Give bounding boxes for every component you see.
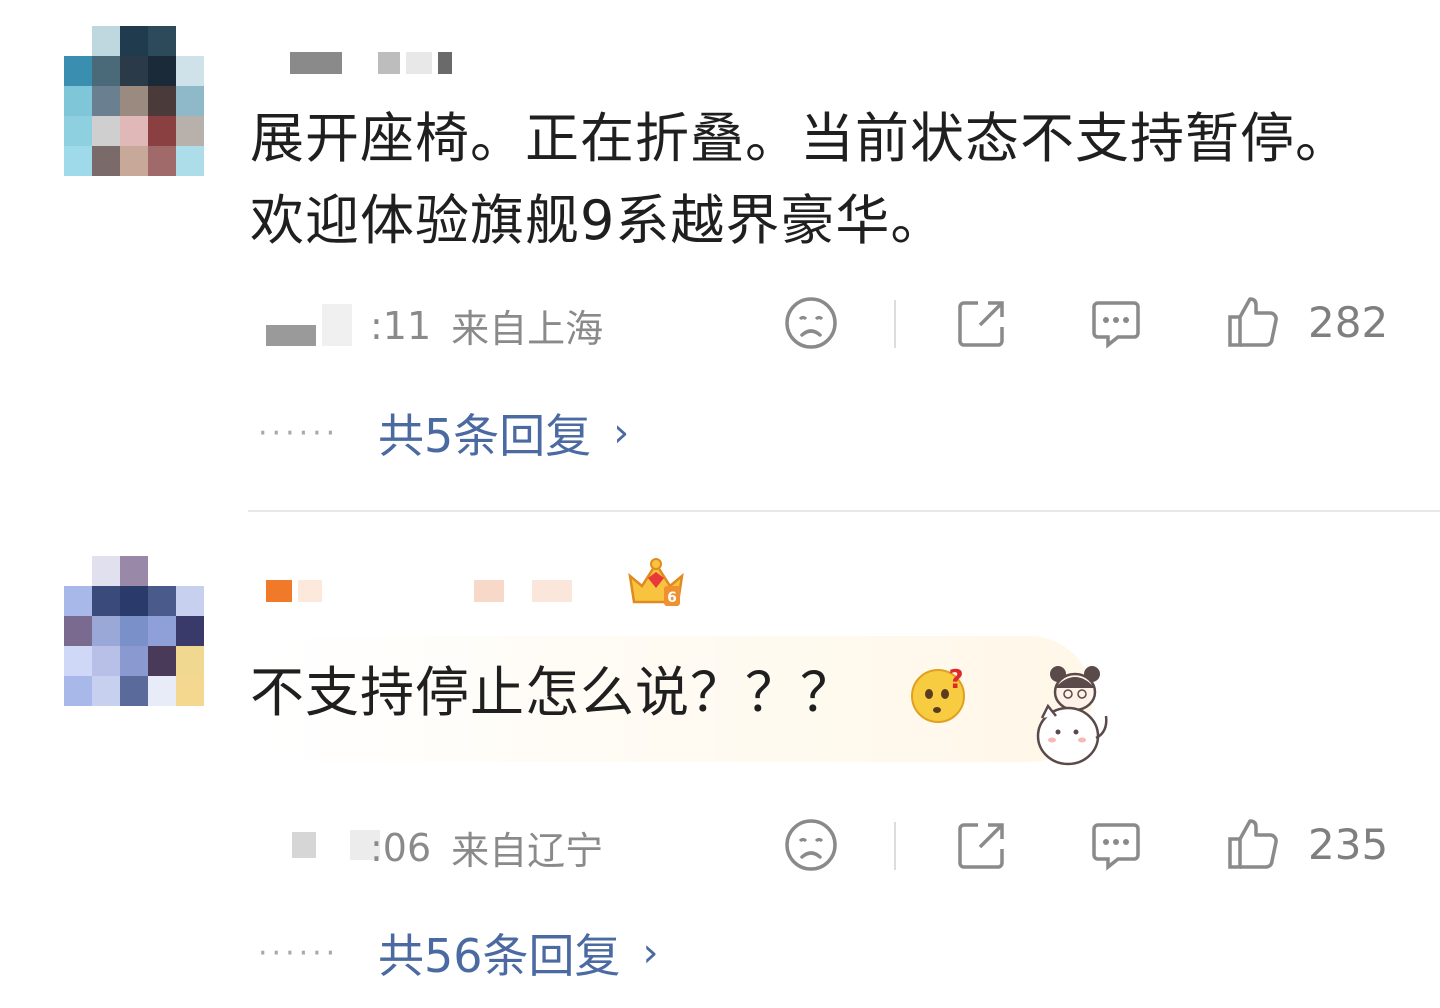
avatar-pixel (92, 556, 120, 586)
avatar-pixel (176, 586, 204, 616)
comment-location: 来自辽宁 (451, 829, 604, 873)
vip-crown-icon: 6 (624, 556, 688, 612)
avatar-pixel (92, 646, 120, 676)
avatar-pixel (148, 26, 176, 56)
comment-divider (248, 510, 1440, 512)
like-icon[interactable] (1224, 815, 1280, 871)
dots-decor: ······ (258, 415, 340, 451)
share-icon[interactable] (954, 817, 1010, 873)
avatar-pixel (176, 676, 204, 706)
comment-meta: :06 来自辽宁 (258, 820, 603, 875)
reply-icon[interactable] (1088, 817, 1144, 873)
avatar-pixel (120, 646, 148, 676)
avatar-pixel (120, 56, 148, 86)
comment-text: 不支持停止怎么说？？？ (250, 661, 855, 724)
avatar-pixel (120, 146, 148, 176)
avatar-pixel (120, 586, 148, 616)
avatar-pixel (148, 586, 176, 616)
svg-text:?: ? (948, 665, 963, 695)
avatar-pixel (64, 556, 92, 586)
avatar-pixel (92, 676, 120, 706)
avatar-pixel (64, 586, 92, 616)
avatar-pixel (120, 116, 148, 146)
comment-location: 来自上海 (451, 307, 604, 351)
avatar-pixel (176, 116, 204, 146)
share-icon[interactable] (954, 295, 1010, 351)
username-masked[interactable] (290, 52, 452, 74)
chevron-right-icon: › (642, 930, 659, 976)
avatar-pixel (176, 26, 204, 56)
dislike-icon[interactable] (783, 295, 839, 351)
avatar-pixel (92, 26, 120, 56)
chevron-right-icon: › (613, 410, 630, 456)
replies-row: ······ 共5条回复 › (258, 400, 629, 466)
divider (894, 822, 896, 870)
cat-girl-sticker (1028, 658, 1112, 778)
avatar-pixel (92, 586, 120, 616)
avatar-pixel (148, 86, 176, 116)
avatar-pixel (120, 86, 148, 116)
avatar-pixel (64, 26, 92, 56)
comment-time: :06 (370, 825, 432, 870)
avatar-pixel (148, 56, 176, 86)
avatar-pixel (64, 646, 92, 676)
thinking-face-icon: ? (908, 664, 968, 724)
reply-icon[interactable] (1088, 295, 1144, 351)
replies-label: 共5条回复 (378, 409, 592, 463)
avatar-pixel (176, 56, 204, 86)
avatar-pixel (64, 116, 92, 146)
avatar-pixel (92, 86, 120, 116)
comment-text: 展开座椅。正在折叠。当前状态不支持暂停。欢迎体验旗舰9系越界豪华。 (250, 107, 1350, 252)
comment-meta: :11 来自上海 (258, 298, 603, 353)
like-count: 282 (1308, 298, 1389, 347)
divider (894, 300, 896, 348)
avatar-pixel (120, 676, 148, 706)
avatar-pixel (92, 56, 120, 86)
view-replies-link[interactable]: 共5条回复 › (378, 400, 629, 466)
avatar-pixel (64, 676, 92, 706)
replies-label: 共56条回复 (378, 929, 621, 983)
avatar-pixel (120, 616, 148, 646)
dislike-icon[interactable] (783, 817, 839, 873)
avatar-pixel (64, 616, 92, 646)
comment-time: :11 (370, 303, 432, 348)
avatar-pixel (176, 146, 204, 176)
avatar-pixel (92, 616, 120, 646)
avatar-pixel (176, 646, 204, 676)
vip-level: 6 (667, 590, 677, 606)
view-replies-link[interactable]: 共56条回复 › (378, 920, 659, 986)
avatar[interactable] (64, 26, 204, 176)
avatar-pixel (176, 556, 204, 586)
like-count: 235 (1308, 820, 1389, 869)
dots-decor: ······ (258, 935, 340, 971)
avatar-pixel (64, 146, 92, 176)
avatar-pixel (64, 56, 92, 86)
avatar-pixel (92, 146, 120, 176)
avatar-pixel (92, 116, 120, 146)
like-icon[interactable] (1224, 293, 1280, 349)
avatar-pixel (148, 616, 176, 646)
avatar-pixel (148, 146, 176, 176)
avatar-pixel (148, 556, 176, 586)
avatar-pixel (148, 646, 176, 676)
avatar[interactable] (64, 556, 204, 706)
avatar-pixel (148, 676, 176, 706)
avatar-pixel (176, 86, 204, 116)
avatar-pixel (120, 26, 148, 56)
username-masked[interactable] (266, 580, 572, 602)
avatar-pixel (120, 556, 148, 586)
avatar-pixel (176, 616, 204, 646)
avatar-pixel (64, 86, 92, 116)
replies-row: ······ 共56条回复 › (258, 920, 659, 986)
avatar-pixel (148, 116, 176, 146)
